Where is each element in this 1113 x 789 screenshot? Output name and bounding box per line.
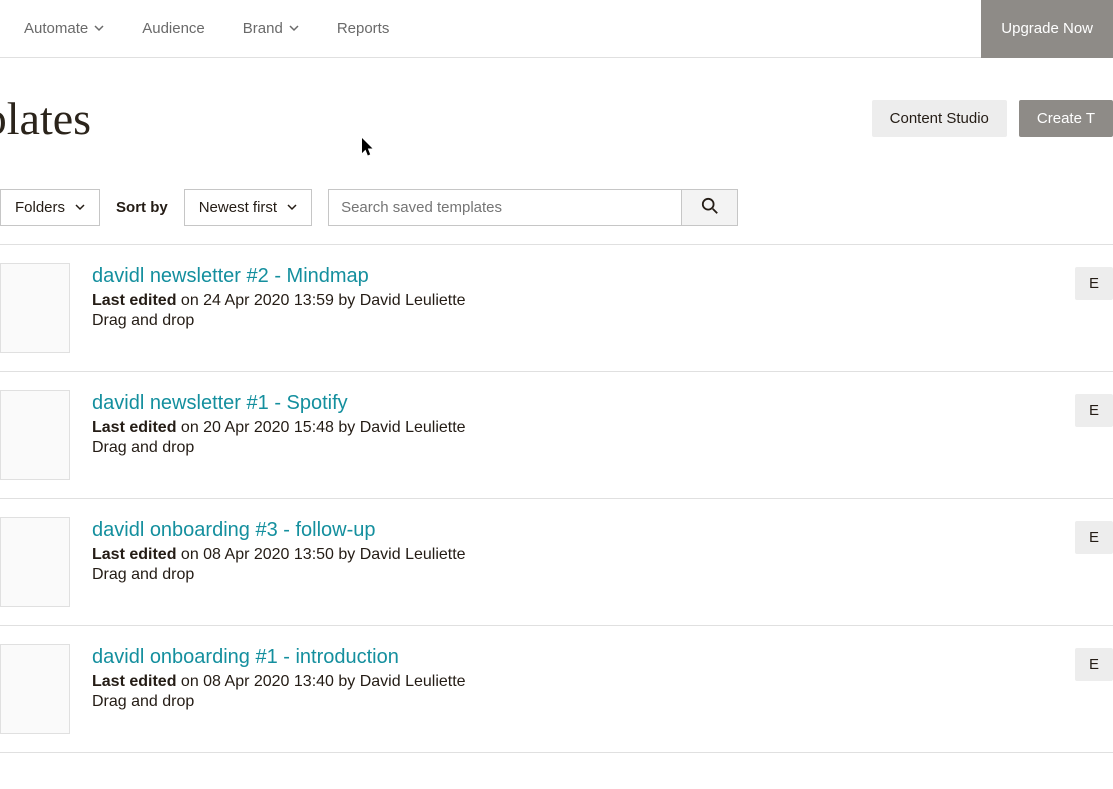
search-container — [328, 189, 738, 226]
template-type: Drag and drop — [92, 312, 1053, 330]
template-title[interactable]: davidl newsletter #1 - Spotify — [92, 392, 1053, 415]
template-info: davidl newsletter #1 - Spotify Last edit… — [92, 390, 1053, 457]
sort-value: Newest first — [199, 199, 277, 216]
template-info: davidl newsletter #2 - Mindmap Last edit… — [92, 263, 1053, 330]
template-row: davidl newsletter #1 - Spotify Last edit… — [0, 372, 1113, 499]
nav-reports[interactable]: Reports — [337, 20, 390, 37]
chevron-down-icon — [287, 199, 297, 216]
template-title[interactable]: davidl onboarding #1 - introduction — [92, 646, 1053, 669]
edit-button[interactable]: E — [1075, 394, 1113, 427]
top-navbar: Automate Audience Brand Reports Upgrade … — [0, 0, 1113, 58]
template-title[interactable]: davidl newsletter #2 - Mindmap — [92, 265, 1053, 288]
template-thumbnail[interactable] — [0, 644, 70, 734]
template-info: davidl onboarding #1 - introduction Last… — [92, 644, 1053, 711]
last-edited-label: Last edited — [92, 546, 176, 563]
chevron-down-icon — [75, 199, 85, 216]
template-meta: Last edited on 24 Apr 2020 13:59 by Davi… — [92, 292, 1053, 310]
template-row: davidl newsletter #2 - Mindmap Last edit… — [0, 245, 1113, 372]
template-type: Drag and drop — [92, 439, 1053, 457]
nav-audience[interactable]: Audience — [142, 20, 205, 37]
last-edited-label: Last edited — [92, 419, 176, 436]
template-title[interactable]: davidl onboarding #3 - follow-up — [92, 519, 1053, 542]
sort-dropdown[interactable]: Newest first — [184, 189, 312, 226]
nav-left: Automate Audience Brand Reports — [24, 20, 389, 37]
edit-button[interactable]: E — [1075, 521, 1113, 554]
search-input[interactable] — [328, 189, 682, 226]
template-row: davidl onboarding #3 - follow-up Last ed… — [0, 499, 1113, 626]
last-edited-value: on 20 Apr 2020 15:48 by David Leuliette — [176, 419, 465, 436]
chevron-down-icon — [94, 20, 104, 37]
template-meta: Last edited on 08 Apr 2020 13:50 by Davi… — [92, 546, 1053, 564]
nav-audience-label: Audience — [142, 20, 205, 37]
folders-label: Folders — [15, 199, 65, 216]
template-meta: Last edited on 08 Apr 2020 13:40 by Davi… — [92, 673, 1053, 691]
sort-by-label: Sort by — [116, 199, 168, 216]
list-toolbar: Folders Sort by Newest first — [0, 145, 1113, 245]
search-button[interactable] — [682, 189, 738, 226]
page-header: mplates Content Studio Create T — [0, 58, 1113, 145]
template-meta: Last edited on 20 Apr 2020 15:48 by Davi… — [92, 419, 1053, 437]
template-type: Drag and drop — [92, 693, 1053, 711]
chevron-down-icon — [289, 20, 299, 37]
template-thumbnail[interactable] — [0, 390, 70, 480]
upgrade-button[interactable]: Upgrade Now — [981, 0, 1113, 58]
template-thumbnail[interactable] — [0, 263, 70, 353]
nav-reports-label: Reports — [337, 20, 390, 37]
folders-dropdown[interactable]: Folders — [0, 189, 100, 226]
header-actions: Content Studio Create T — [872, 100, 1113, 137]
nav-brand[interactable]: Brand — [243, 20, 299, 37]
edit-button[interactable]: E — [1075, 267, 1113, 300]
last-edited-value: on 08 Apr 2020 13:50 by David Leuliette — [176, 546, 465, 563]
last-edited-label: Last edited — [92, 292, 176, 309]
nav-automate-label: Automate — [24, 20, 88, 37]
nav-automate[interactable]: Automate — [24, 20, 104, 37]
template-thumbnail[interactable] — [0, 517, 70, 607]
content-studio-button[interactable]: Content Studio — [872, 100, 1007, 137]
template-type: Drag and drop — [92, 566, 1053, 584]
edit-button[interactable]: E — [1075, 648, 1113, 681]
create-template-button[interactable]: Create T — [1019, 100, 1113, 137]
search-icon — [701, 197, 719, 218]
last-edited-label: Last edited — [92, 673, 176, 690]
template-row: davidl onboarding #1 - introduction Last… — [0, 626, 1113, 753]
template-info: davidl onboarding #3 - follow-up Last ed… — [92, 517, 1053, 584]
last-edited-value: on 24 Apr 2020 13:59 by David Leuliette — [176, 292, 465, 309]
template-list: davidl newsletter #2 - Mindmap Last edit… — [0, 245, 1113, 753]
last-edited-value: on 08 Apr 2020 13:40 by David Leuliette — [176, 673, 465, 690]
page-title: mplates — [0, 92, 91, 145]
nav-brand-label: Brand — [243, 20, 283, 37]
